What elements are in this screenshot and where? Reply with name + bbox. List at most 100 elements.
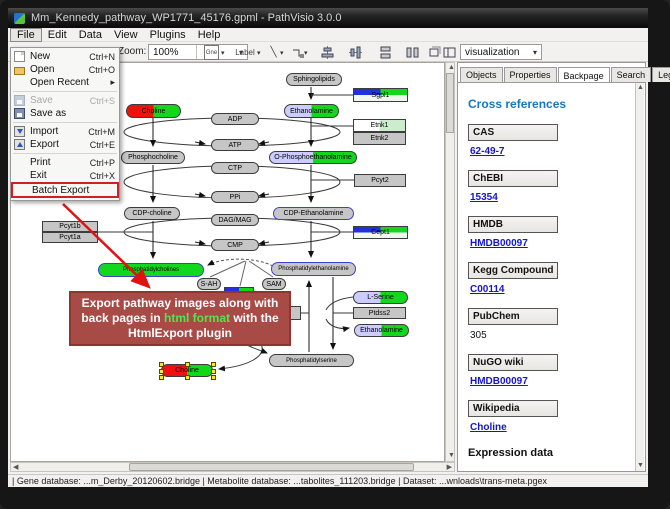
side-panel-tabs: ObjectsPropertiesBackpageSearchLegend: [460, 65, 670, 82]
node-ptdss2[interactable]: Ptdss2: [353, 307, 406, 319]
node-pcyt1a[interactable]: Pcyt1a: [42, 232, 98, 243]
node-atp[interactable]: ATP: [211, 139, 259, 151]
menubar-item-help[interactable]: Help: [192, 28, 227, 42]
node-cdp-choline[interactable]: CDP-choline: [124, 207, 180, 220]
node-label: Phosphatidylserine: [286, 358, 337, 364]
node-phosphatidylserine[interactable]: Phosphatidylserine: [269, 354, 354, 367]
node-sam[interactable]: SAM: [262, 278, 286, 290]
xref-link[interactable]: HMDB00097: [470, 238, 528, 249]
selection-handle[interactable]: [159, 375, 164, 380]
scroll-up-icon[interactable]: ▲: [448, 64, 455, 72]
node-sphingolipids[interactable]: Sphingolipids: [286, 73, 342, 86]
backpage-content: Cross references CAS62-49-7ChEBI15354HMD…: [458, 83, 636, 471]
gene-tool-caret-icon[interactable]: ▾: [221, 49, 225, 57]
connector-tool-icon[interactable]: [290, 45, 305, 60]
file-menu-item-print[interactable]: PrintCtrl+P: [11, 156, 119, 169]
xref-link[interactable]: 15354: [470, 192, 498, 203]
node-l-serine[interactable]: L-Serine: [353, 291, 408, 304]
selection-handle[interactable]: [211, 375, 216, 380]
visualization-combobox[interactable]: visualization ▾: [460, 44, 542, 60]
node-pcyt2[interactable]: Pcyt2: [354, 174, 406, 187]
node-adp[interactable]: ADP: [211, 113, 259, 125]
stack-rows-icon[interactable]: [378, 45, 393, 60]
node-choline-top[interactable]: Choline: [126, 104, 181, 118]
node-sah[interactable]: S-AH: [197, 278, 221, 290]
file-menu-item-open-recent[interactable]: Open Recent▸: [11, 76, 119, 89]
menubar-item-file[interactable]: File: [10, 28, 42, 42]
menubar-item-plugins[interactable]: Plugins: [144, 28, 192, 42]
stack-columns-icon[interactable]: [405, 45, 420, 60]
selection-handle[interactable]: [159, 369, 164, 374]
vertical-scroll-thumb[interactable]: [446, 73, 454, 133]
selection-handle[interactable]: [185, 362, 190, 367]
selection-handle[interactable]: [185, 375, 190, 380]
menubar-item-edit[interactable]: Edit: [42, 28, 73, 42]
label-tool-icon[interactable]: Label: [232, 45, 258, 60]
node-ppi[interactable]: PPi: [211, 191, 259, 203]
sidebar-scroll-down-icon[interactable]: ▼: [637, 462, 644, 470]
node-o-phosphoethanolamine[interactable]: O-Phosphoethanolamine: [269, 151, 357, 164]
xref-link[interactable]: 62-49-7: [470, 146, 504, 157]
scroll-right-icon[interactable]: ▶: [447, 464, 452, 472]
xref-link[interactable]: Choline: [470, 422, 507, 433]
file-menu-item-batch-export[interactable]: Batch Export: [11, 182, 119, 198]
menu-item-label: Export: [30, 139, 59, 150]
menubar-item-data[interactable]: Data: [73, 28, 108, 42]
sidebar-scroll-up-icon[interactable]: ▲: [637, 84, 644, 92]
node-label: CDP-Ethanolamine: [284, 210, 344, 217]
tab-search[interactable]: Search: [611, 67, 652, 82]
node-pcyt1b[interactable]: Pcyt1b: [42, 221, 98, 232]
node-label: Sphingolipids: [293, 76, 335, 83]
node-cmp[interactable]: CMP: [211, 239, 259, 251]
tab-backpage[interactable]: Backpage: [558, 67, 610, 83]
tab-objects[interactable]: Objects: [460, 67, 503, 82]
node-ethanolamine-bottom[interactable]: Ethanolamine: [354, 324, 409, 337]
align-middle-icon[interactable]: [348, 45, 363, 60]
node-ctp[interactable]: CTP: [211, 162, 259, 174]
file-menu-item-save[interactable]: SaveCtrl+S: [11, 94, 119, 107]
file-menu-item-export[interactable]: ExportCtrl+E: [11, 138, 119, 151]
xref-header: ChEBI: [468, 170, 558, 187]
tab-legend[interactable]: Legend: [652, 67, 670, 82]
label-tool-caret-icon[interactable]: ▾: [257, 49, 261, 57]
file-menu-item-save-as[interactable]: Save as: [11, 107, 119, 120]
horizontal-scroll-thumb[interactable]: [129, 463, 414, 471]
sidebar-toggle-icon[interactable]: [442, 45, 457, 60]
node-ethanolamine-top[interactable]: Ethanolamine: [284, 104, 339, 118]
xref-link[interactable]: HMDB00097: [470, 376, 528, 387]
file-menu-item-import[interactable]: ImportCtrl+M: [11, 125, 119, 138]
node-label: Pcyt2: [371, 177, 389, 184]
file-menu-item-exit[interactable]: ExitCtrl+X: [11, 169, 119, 182]
node-sgpl1[interactable]: Sgpl1: [353, 88, 408, 102]
tab-properties[interactable]: Properties: [504, 67, 557, 82]
selection-handle[interactable]: [211, 362, 216, 367]
node-choline-selected[interactable]: Choline: [161, 364, 213, 377]
node-etnk2[interactable]: Etnk2: [353, 132, 406, 145]
canvas-vertical-scrollbar[interactable]: ▲ ▼: [445, 62, 455, 462]
node-phosphatidylethanolamine[interactable]: Phosphatidylethanolamine: [271, 262, 356, 276]
file-menu-item-open[interactable]: OpenCtrl+O: [11, 63, 119, 76]
node-label: ADP: [228, 116, 242, 123]
node-phosphatidylcholines[interactable]: Phosphatidylcholines: [98, 263, 204, 277]
selection-handle[interactable]: [159, 362, 164, 367]
node-cdp-ethanolamine[interactable]: CDP-Ethanolamine: [273, 207, 354, 220]
node-phosphocholine[interactable]: Phosphocholine: [121, 151, 185, 164]
xref-link[interactable]: C00114: [470, 284, 504, 295]
title-bar[interactable]: Mm_Kennedy_pathway_WP1771_45176.gpml - P…: [8, 8, 648, 28]
connector-tool-caret-icon[interactable]: ▾: [304, 49, 308, 57]
canvas-horizontal-scrollbar[interactable]: ◀ ▶: [10, 462, 455, 472]
selection-handle[interactable]: [211, 369, 216, 374]
common-size-icon[interactable]: [427, 45, 442, 60]
gene-datanode-tool-icon[interactable]: Gne: [204, 45, 219, 60]
line-tool-icon[interactable]: ╲: [266, 45, 281, 60]
line-tool-caret-icon[interactable]: ▾: [280, 49, 284, 57]
align-center-icon[interactable]: [320, 45, 335, 60]
node-cept1[interactable]: Cept1: [353, 226, 408, 239]
file-menu-item-new[interactable]: NewCtrl+N: [11, 50, 119, 63]
node-dag-mag[interactable]: DAG/MAG: [211, 214, 259, 226]
scroll-down-icon[interactable]: ▼: [448, 452, 455, 460]
scroll-left-icon[interactable]: ◀: [13, 464, 18, 472]
menubar-item-view[interactable]: View: [108, 28, 144, 42]
sidebar-scrollbar[interactable]: ▲ ▼: [635, 83, 644, 471]
node-etnk1[interactable]: Etnk1: [353, 119, 406, 132]
